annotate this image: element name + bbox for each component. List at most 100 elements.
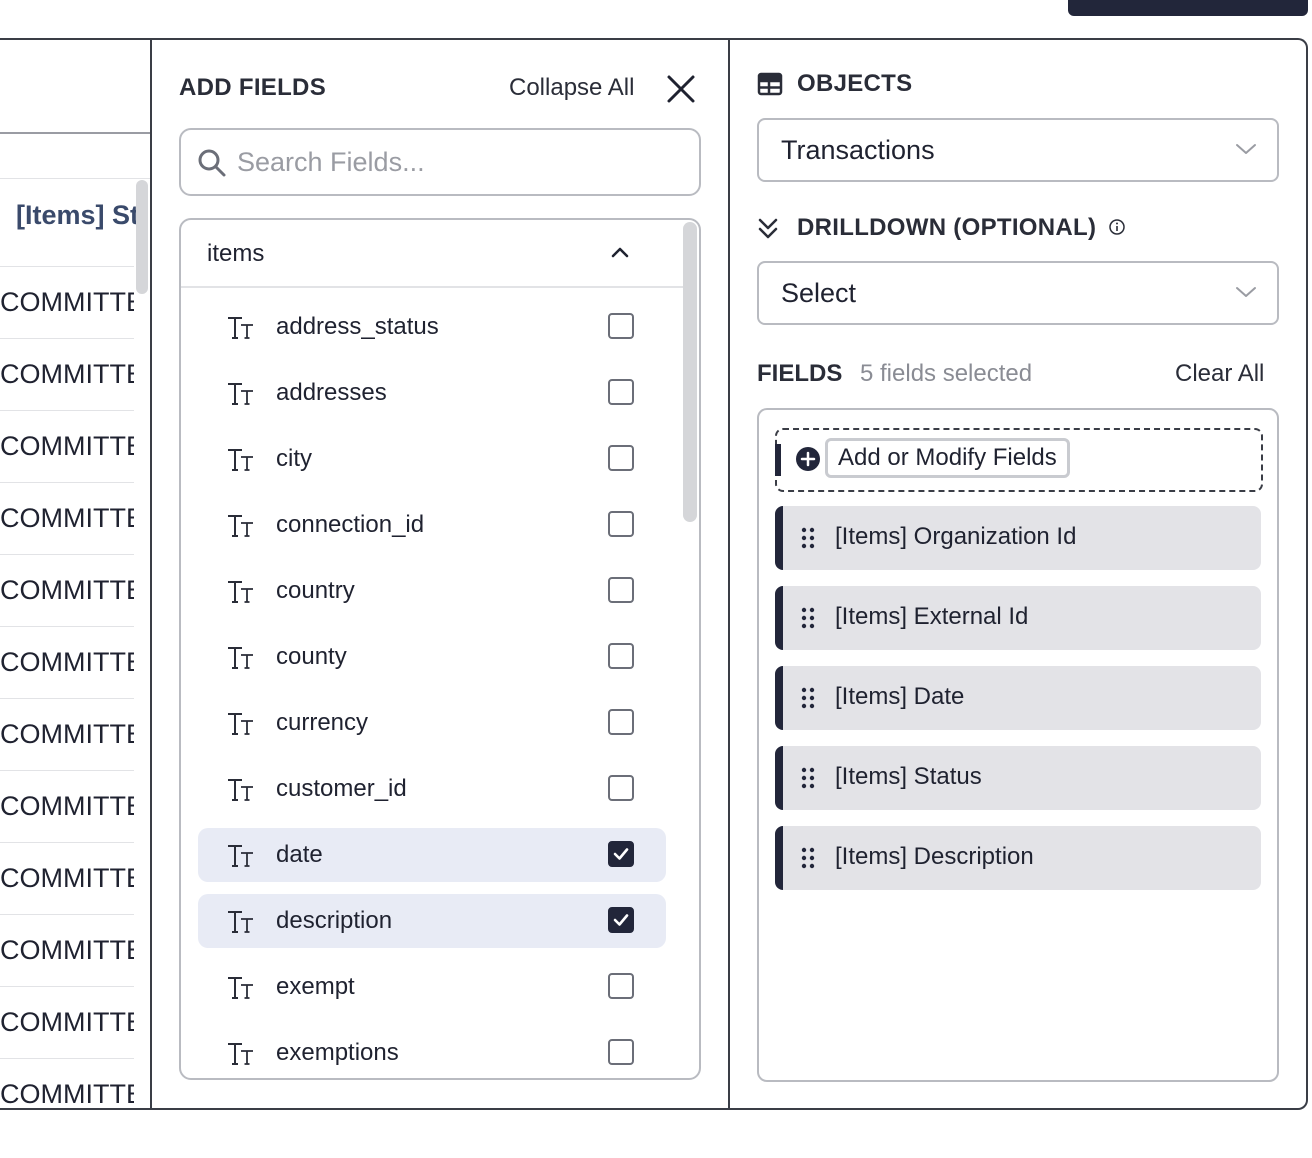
- chevron-up-icon: [611, 247, 629, 258]
- clear-all-button[interactable]: Clear All: [1175, 360, 1264, 388]
- objects-select-value: Transactions: [781, 135, 935, 165]
- text-type-icon: [228, 977, 253, 999]
- field-label: city: [276, 445, 312, 472]
- table-header-divider: [0, 178, 150, 179]
- field-checkbox[interactable]: [608, 841, 634, 867]
- text-type-icon: [228, 449, 253, 471]
- field-label: address_status: [276, 313, 439, 340]
- field-checkbox[interactable]: [608, 643, 634, 669]
- add-fields-pane: ADD FIELDS Collapse All items address_st…: [152, 40, 728, 1108]
- selected-field-chip[interactable]: [Items] Date: [775, 666, 1261, 730]
- table-cell: COMMITTE: [0, 698, 134, 770]
- field-label: date: [276, 841, 323, 868]
- field-checkbox[interactable]: [608, 973, 634, 999]
- text-type-icon: [228, 1043, 253, 1065]
- drilldown-select-value: Select: [781, 278, 857, 308]
- selected-field-label: [Items] Status: [835, 763, 982, 790]
- objects-title: OBJECTS: [797, 70, 913, 97]
- field-label: connection_id: [276, 511, 425, 538]
- field-row[interactable]: addresses: [198, 366, 666, 420]
- check-icon: [613, 914, 629, 926]
- drag-handle-icon[interactable]: [801, 606, 815, 630]
- check-icon: [613, 848, 629, 860]
- text-type-icon: [228, 911, 253, 933]
- data-table: [Items] St COMMITTE COMMITTE COMMITTE CO…: [0, 40, 150, 1108]
- field-label: currency: [276, 709, 369, 736]
- group-header-items[interactable]: items: [181, 220, 683, 288]
- table-icon: [757, 72, 783, 96]
- field-row[interactable]: city: [198, 432, 666, 486]
- selected-field-chip[interactable]: [Items] Organization Id: [775, 506, 1261, 570]
- selected-fields-box: Add or Modify Fields [Items] Organizatio…: [757, 408, 1279, 1082]
- field-label: exemptions: [276, 1039, 399, 1066]
- table-cell: COMMITTE: [0, 626, 134, 698]
- field-row[interactable]: currency: [198, 696, 666, 750]
- field-checkbox[interactable]: [608, 379, 634, 405]
- field-row[interactable]: exemptions: [198, 1026, 666, 1078]
- field-row[interactable]: date: [198, 828, 666, 882]
- drag-handle-icon[interactable]: [801, 766, 815, 790]
- table-cell: COMMITTE: [0, 266, 134, 338]
- field-row[interactable]: connection_id: [198, 498, 666, 552]
- dropzone-accent: [775, 444, 781, 476]
- field-checkbox[interactable]: [608, 577, 634, 603]
- drilldown-title: DRILLDOWN (OPTIONAL): [797, 214, 1097, 241]
- text-type-icon: [228, 845, 253, 867]
- field-checkbox[interactable]: [608, 313, 634, 339]
- field-checkbox[interactable]: [608, 709, 634, 735]
- add-fields-title: ADD FIELDS: [179, 74, 326, 101]
- info-icon[interactable]: [1108, 218, 1126, 236]
- config-pane: OBJECTS Transactions DRILLDOWN (OPTIONAL…: [730, 40, 1306, 1108]
- column-header[interactable]: [Items] St: [16, 200, 136, 231]
- selected-field-label: [Items] External Id: [835, 603, 1029, 630]
- field-checkbox[interactable]: [608, 445, 634, 471]
- selected-field-label: [Items] Description: [835, 843, 1034, 870]
- table-scrollbar[interactable]: [136, 180, 148, 294]
- table-cell: COMMITTE: [0, 554, 134, 626]
- search-input[interactable]: [237, 142, 677, 182]
- field-row[interactable]: address_status: [198, 300, 666, 354]
- add-fields-dropzone[interactable]: Add or Modify Fields: [775, 428, 1263, 492]
- drag-handle-icon[interactable]: [801, 846, 815, 870]
- plus-circle-icon[interactable]: [795, 446, 821, 472]
- field-row[interactable]: county: [198, 630, 666, 684]
- drilldown-select[interactable]: Select: [757, 261, 1279, 325]
- field-checkbox[interactable]: [608, 907, 634, 933]
- selected-field-label: [Items] Date: [835, 683, 965, 710]
- search-field: [179, 128, 701, 196]
- add-modify-fields-button[interactable]: Add or Modify Fields: [825, 438, 1070, 478]
- fields-list: items address_status addresses city connect…: [179, 218, 701, 1080]
- table-toolbar-divider: [0, 132, 150, 134]
- field-label: customer_id: [276, 775, 407, 802]
- chevron-down-icon: [1236, 287, 1256, 297]
- text-type-icon: [228, 515, 253, 537]
- field-row[interactable]: customer_id: [198, 762, 666, 816]
- double-chevron-down-icon[interactable]: [757, 216, 779, 242]
- drag-handle-icon[interactable]: [801, 526, 815, 550]
- field-row[interactable]: country: [198, 564, 666, 618]
- text-type-icon: [228, 713, 253, 735]
- text-type-icon: [228, 779, 253, 801]
- selected-field-chip[interactable]: [Items] External Id: [775, 586, 1261, 650]
- text-type-icon: [228, 647, 253, 669]
- table-cell: COMMITTE: [0, 770, 134, 842]
- table-cell: COMMITTE: [0, 842, 134, 914]
- table-cell: COMMITTE: [0, 1058, 134, 1108]
- text-type-icon: [228, 581, 253, 603]
- list-scrollbar[interactable]: [683, 222, 697, 522]
- collapse-all-button[interactable]: Collapse All: [509, 74, 634, 102]
- chevron-down-icon: [1236, 144, 1256, 154]
- top-action-button[interactable]: [1068, 0, 1308, 16]
- selected-field-label: [Items] Organization Id: [835, 523, 1077, 550]
- field-label: county: [276, 643, 347, 670]
- drag-handle-icon[interactable]: [801, 686, 815, 710]
- field-checkbox[interactable]: [608, 511, 634, 537]
- field-checkbox[interactable]: [608, 1039, 634, 1065]
- field-checkbox[interactable]: [608, 775, 634, 801]
- selected-field-chip[interactable]: [Items] Status: [775, 746, 1261, 810]
- field-row[interactable]: description: [198, 894, 666, 948]
- close-icon[interactable]: [664, 72, 698, 106]
- selected-field-chip[interactable]: [Items] Description: [775, 826, 1261, 890]
- field-row[interactable]: exempt: [198, 960, 666, 1014]
- objects-select[interactable]: Transactions: [757, 118, 1279, 182]
